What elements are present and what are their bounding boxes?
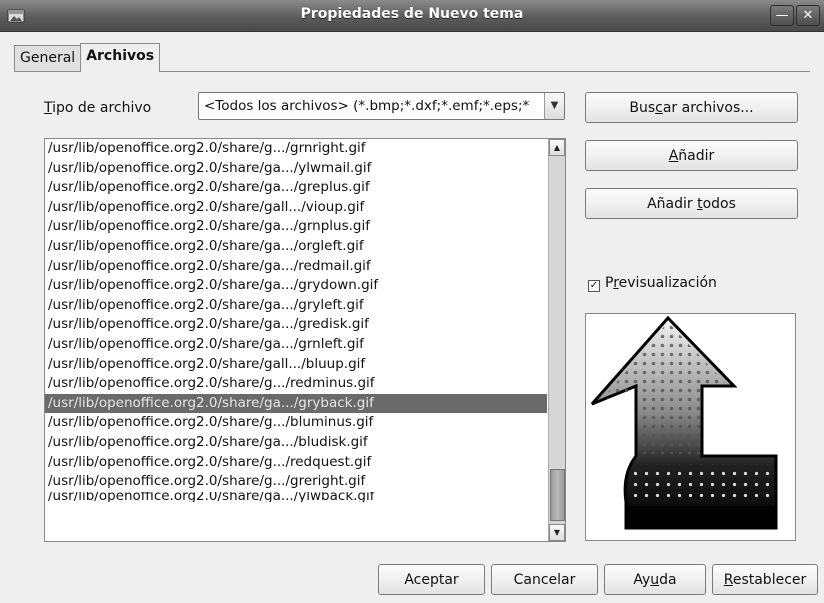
file-type-combo[interactable]: <Todos los archivos> (*.bmp;*.dxf;*.emf;… [198, 92, 565, 120]
list-item[interactable]: /usr/lib/openoffice.org2.0/share/ga.../g… [45, 276, 547, 296]
list-item[interactable]: /usr/lib/openoffice.org2.0/share/ga.../y… [45, 159, 547, 179]
minimize-button[interactable]: — [770, 5, 794, 26]
list-item[interactable]: /usr/lib/openoffice.org2.0/share/ga.../r… [45, 257, 547, 277]
scroll-up-icon[interactable]: ▲ [549, 139, 565, 156]
list-item[interactable]: /usr/lib/openoffice.org2.0/share/ga.../g… [45, 296, 547, 316]
cancel-button[interactable]: Cancelar [491, 564, 598, 595]
add-all-button[interactable]: Añadir todos [585, 188, 798, 219]
file-list[interactable]: /usr/lib/openoffice.org2.0/share/g.../gr… [44, 138, 566, 542]
checkbox-icon[interactable]: ✓ [588, 280, 600, 292]
help-button[interactable]: Ayuda [604, 564, 706, 595]
vertical-scrollbar[interactable]: ▲ ▼ [548, 139, 565, 541]
back-arrow-icon [590, 315, 778, 530]
list-item[interactable]: /usr/lib/openoffice.org2.0/share/ga.../g… [45, 315, 547, 335]
tab-bar: General Archivos [14, 43, 161, 72]
tab-archivos[interactable]: Archivos [80, 43, 161, 72]
list-item[interactable]: /usr/lib/openoffice.org2.0/share/g.../gr… [45, 139, 547, 159]
file-type-value: <Todos los archivos> (*.bmp;*.dxf;*.emf;… [204, 98, 530, 114]
preview-checkbox[interactable]: ✓ Previsualización [588, 275, 717, 292]
file-type-label: Tipo de archivo [44, 100, 152, 116]
list-item[interactable]: /usr/lib/openoffice.org2.0/share/ga.../o… [45, 237, 547, 257]
list-item[interactable]: /usr/lib/openoffice.org2.0/share/ga.../b… [45, 433, 547, 453]
minimize-icon: — [775, 8, 789, 23]
close-icon: ✕ [802, 8, 814, 23]
close-button[interactable]: ✕ [796, 5, 820, 26]
title-bar[interactable]: Propiedades de Nuevo tema — ✕ [0, 0, 824, 32]
tab-general[interactable]: General [14, 45, 82, 72]
list-item[interactable]: /usr/lib/openoffice.org2.0/share/g.../bl… [45, 413, 547, 433]
list-item[interactable]: /usr/lib/openoffice.org2.0/share/gall...… [45, 198, 547, 218]
add-button[interactable]: Añadir [585, 140, 798, 171]
window-title: Propiedades de Nuevo tema [300, 6, 524, 22]
search-files-button[interactable]: Buscar archivos... [585, 92, 798, 123]
list-item[interactable]: /usr/lib/openoffice.org2.0/share/ga.../g… [45, 335, 547, 355]
preview-image [585, 313, 796, 541]
scroll-down-icon[interactable]: ▼ [549, 524, 565, 541]
list-item[interactable]: /usr/lib/openoffice.org2.0/share/g.../re… [45, 453, 547, 473]
list-item[interactable]: /usr/lib/openoffice.org2.0/share/ga.../g… [45, 178, 547, 198]
list-item[interactable]: /usr/lib/openoffice.org2.0/share/ga.../g… [45, 217, 547, 237]
dialog-window: Propiedades de Nuevo tema — ✕ General Ar… [0, 0, 824, 603]
reset-button[interactable]: Restablecer [712, 564, 818, 595]
ok-button[interactable]: Aceptar [378, 564, 485, 595]
list-item[interactable]: /usr/lib/openoffice.org2.0/share/g.../gr… [45, 472, 547, 492]
scroll-thumb[interactable] [550, 469, 565, 521]
list-item[interactable]: /usr/lib/openoffice.org2.0/share/gall...… [45, 355, 547, 375]
list-item[interactable]: /usr/lib/openoffice.org2.0/share/g.../re… [45, 374, 547, 394]
list-item[interactable]: /usr/lib/openoffice.org2.0/share/ga.../g… [45, 393, 547, 414]
list-item[interactable]: /usr/lib/openoffice.org2.0/share/ga.../y… [45, 492, 547, 502]
chevron-down-icon[interactable]: ▼ [544, 93, 564, 119]
